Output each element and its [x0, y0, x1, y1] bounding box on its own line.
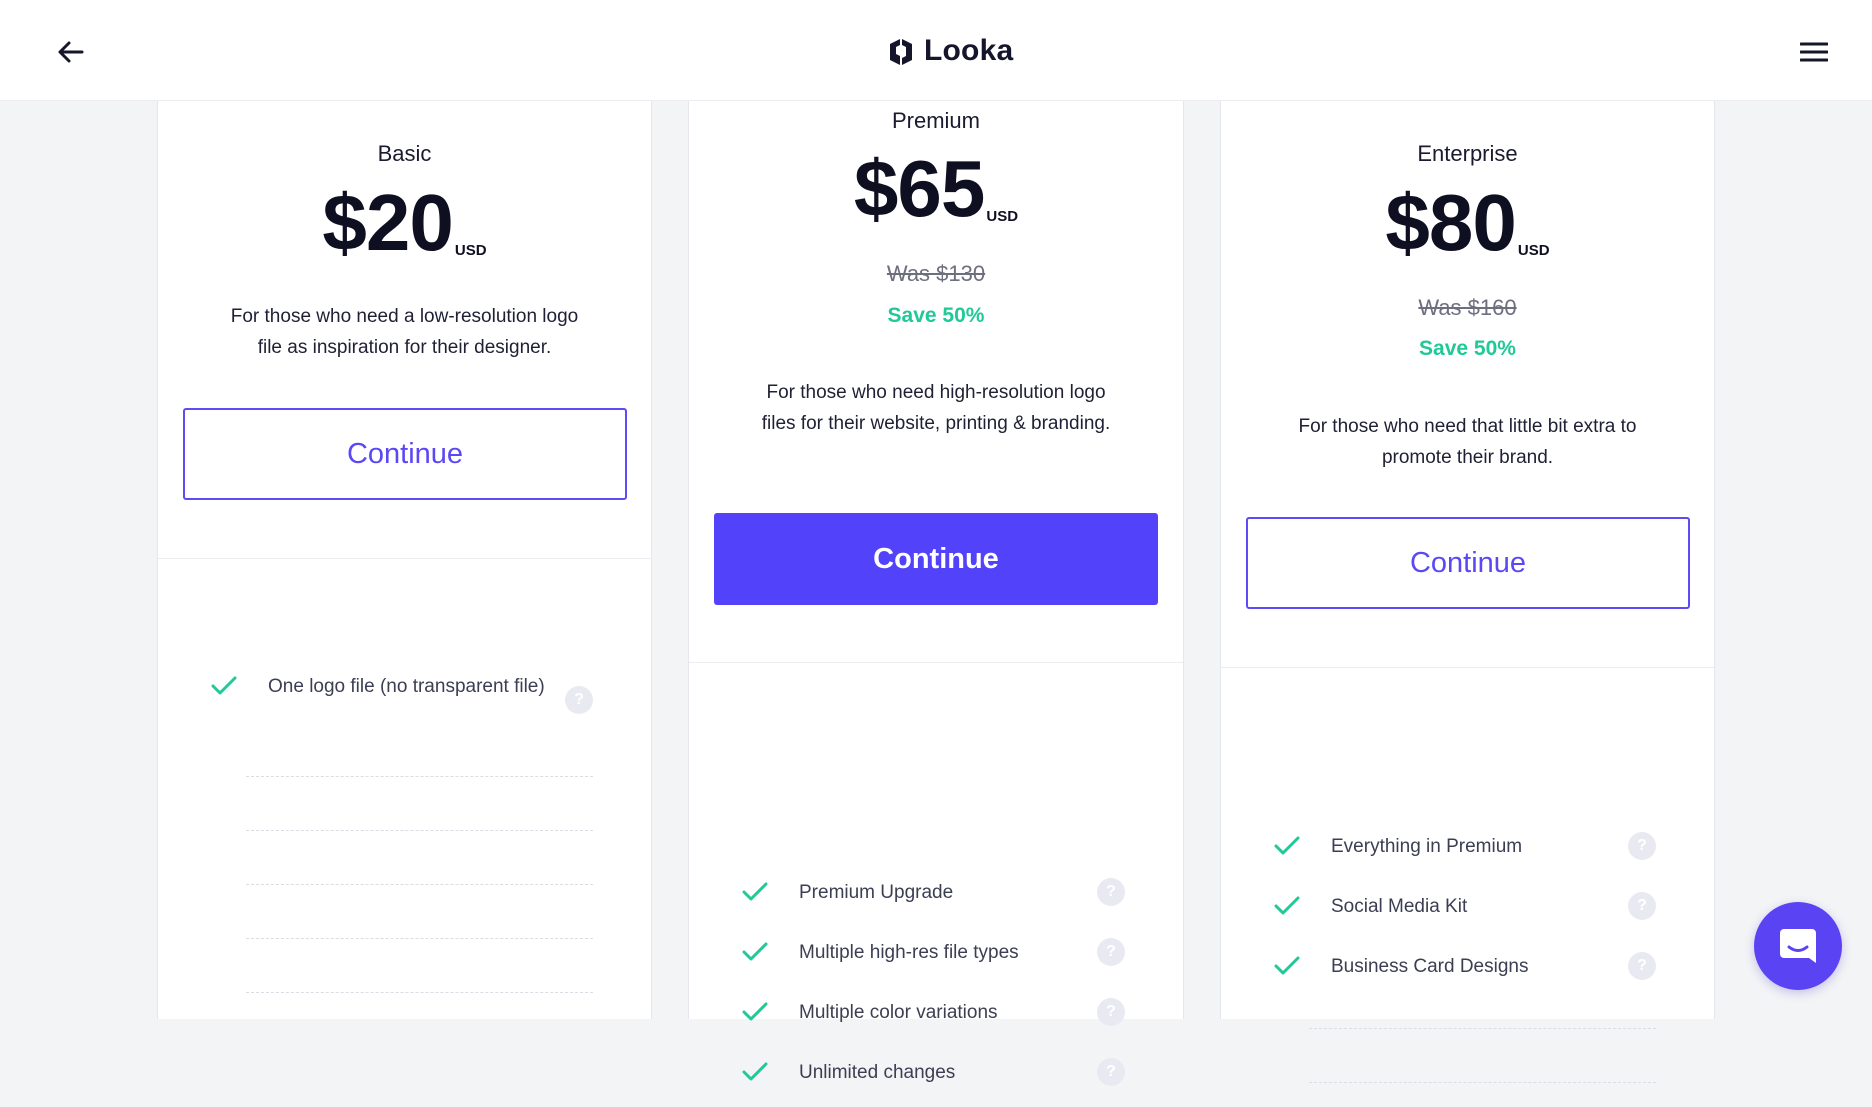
question-circle-icon[interactable]: ?: [1097, 878, 1125, 906]
feature-item: Multiple high-res file types ?: [689, 927, 1183, 987]
question-circle-icon[interactable]: ?: [1097, 938, 1125, 966]
feature-label: Business Card Designs: [1331, 956, 1529, 977]
save-badge: Save 50%: [887, 304, 985, 327]
plan-name: Premium: [891, 108, 980, 133]
check-icon: [1274, 836, 1300, 855]
save-badge: Save 50%: [1419, 337, 1516, 360]
dashed-divider: [246, 938, 593, 939]
feature-label: One logo file (no transparent file): [268, 676, 545, 697]
feature-item: Unlimited changes ?: [689, 1047, 1183, 1107]
check-icon: [742, 1002, 768, 1021]
menu-button[interactable]: [1792, 30, 1836, 74]
feature-item: One logo file (no transparent file) ?: [158, 661, 651, 721]
divider: [689, 662, 1183, 663]
arrow-left-icon: [58, 41, 84, 63]
plan-name: Basic: [377, 141, 432, 166]
price-currency: USD: [1517, 242, 1550, 259]
was-price: Was $130: [886, 261, 986, 286]
question-circle-icon[interactable]: ?: [1628, 832, 1656, 860]
plan-card-basic: Basic $20 USD For those who need a low-r…: [157, 101, 652, 1019]
feature-label: Premium Upgrade: [799, 882, 954, 903]
question-circle-icon[interactable]: ?: [1628, 892, 1656, 920]
feature-item: Multiple color variations ?: [689, 987, 1183, 1047]
feature-item: Business Card Designs ?: [1221, 941, 1714, 1001]
question-circle-icon[interactable]: ?: [1628, 952, 1656, 980]
check-icon: [1274, 896, 1300, 915]
check-icon: [742, 942, 768, 961]
feature-item: Premium Upgrade ?: [689, 867, 1183, 927]
check-icon: [1274, 956, 1300, 975]
divider: [1221, 667, 1714, 668]
feature-label: Social Media Kit: [1331, 896, 1468, 917]
plan-description: For those who need a low-resolution logo…: [230, 306, 579, 358]
feature-item: Everything in Premium ?: [1221, 821, 1714, 881]
question-circle-icon[interactable]: ?: [1097, 1058, 1125, 1086]
question-circle-icon[interactable]: ?: [565, 686, 593, 714]
dashed-divider: [1309, 1028, 1656, 1029]
check-icon: [211, 676, 237, 695]
dashed-divider: [246, 884, 593, 885]
plan-card-enterprise: Enterprise $80 USD Was $160 Save 50% For…: [1220, 101, 1715, 1083]
feature-label: Everything in Premium: [1331, 836, 1523, 857]
feature-label: Multiple high-res file types: [799, 942, 1019, 963]
back-button[interactable]: [48, 30, 92, 74]
check-icon: [742, 882, 768, 901]
price-amount: $65: [853, 144, 985, 233]
feature-item: Social Media Kit ?: [1221, 881, 1714, 941]
feature-label: Unlimited changes: [799, 1062, 956, 1083]
plan-description: For those who need that little bit extra…: [1298, 416, 1637, 468]
check-icon: [742, 1062, 768, 1081]
price-currency: USD: [454, 242, 487, 259]
was-price: Was $160: [1418, 295, 1517, 320]
price-amount: $80: [1385, 178, 1516, 267]
brand-name: Looka: [924, 34, 1014, 67]
looka-logo-icon: [890, 39, 912, 65]
price-currency: USD: [986, 208, 1019, 225]
feature-label: Multiple color variations: [799, 1002, 998, 1023]
continue-button-enterprise[interactable]: Continue: [1246, 517, 1690, 609]
dashed-divider: [1309, 1082, 1656, 1083]
hamburger-menu-icon: [1800, 42, 1828, 62]
dashed-divider: [246, 776, 593, 777]
question-circle-icon[interactable]: ?: [1097, 998, 1125, 1026]
price-amount: $20: [322, 178, 453, 267]
plan-name: Enterprise: [1417, 141, 1518, 166]
dashed-divider: [246, 992, 593, 993]
continue-button-premium[interactable]: Continue: [714, 513, 1158, 605]
dashed-divider: [246, 830, 593, 831]
top-bar: Looka: [0, 0, 1872, 101]
price: $65 USD: [689, 149, 1183, 229]
continue-button-basic[interactable]: Continue: [183, 408, 627, 500]
price: $20 USD: [158, 183, 651, 263]
chat-button[interactable]: [1754, 902, 1842, 990]
brand-logo[interactable]: Looka: [886, 30, 1013, 72]
price: $80 USD: [1221, 183, 1714, 263]
plan-card-premium: Premium $65 USD Was $130 Save 50% For th…: [688, 101, 1184, 1086]
divider: [158, 558, 651, 559]
chat-bubble-icon: [1780, 929, 1816, 963]
plan-description: For those who need high-resolution logo …: [761, 382, 1111, 434]
